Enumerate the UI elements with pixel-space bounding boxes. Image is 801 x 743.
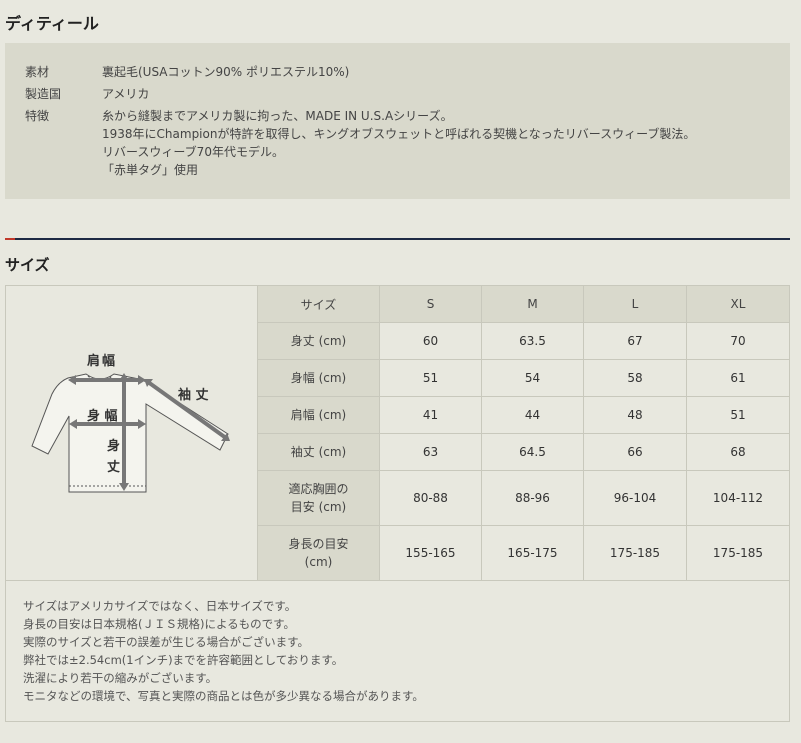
chest-label: 身 幅 — [87, 409, 118, 424]
sweatshirt-diagram — [31, 373, 230, 493]
header-cell-s: S — [379, 285, 482, 323]
row-label-line: 身長の目安 — [288, 537, 349, 551]
table-cell: 44 — [481, 396, 584, 434]
table-cell: 66 — [583, 433, 687, 471]
row-label-line: (cm) — [304, 555, 333, 569]
table-cell: 67 — [583, 322, 687, 360]
table-row: 身丈 (cm) 60 63.5 67 70 — [257, 322, 790, 360]
detail-value: リバースウィーブ70年代モデル。 — [102, 145, 284, 159]
table-row: 肩幅 (cm) 41 44 48 51 — [257, 396, 790, 434]
divider-accent — [5, 238, 15, 240]
note-line: 洗濯により若干の縮みがございます。 — [23, 671, 218, 685]
detail-value: 裏起毛(USAコットン90% ポリエステル10%) — [102, 65, 350, 79]
size-table-header: サイズ S M L XL — [257, 285, 790, 323]
header-cell-xl: XL — [686, 285, 790, 323]
table-cell: 51 — [379, 359, 482, 397]
table-cell: 70 — [686, 322, 790, 360]
table-cell: 165-175 — [481, 525, 584, 581]
detail-label: 製造国 — [25, 87, 62, 101]
size-notes: サイズはアメリカサイズではなく、日本サイズです。 身長の目安は日本規格(ＪＩＳ規… — [5, 580, 790, 722]
row-label: 身幅 (cm) — [257, 359, 380, 397]
table-cell: 88-96 — [481, 470, 584, 526]
note-line: サイズはアメリカサイズではなく、日本サイズです。 — [23, 599, 297, 613]
table-cell: 175-185 — [686, 525, 790, 581]
table-cell: 41 — [379, 396, 482, 434]
size-table: サイズ S M L XL 身丈 (cm) 60 63.5 67 70 身幅 (c… — [257, 285, 790, 581]
table-cell: 175-185 — [583, 525, 687, 581]
header-cell-m: M — [481, 285, 584, 323]
table-cell: 48 — [583, 396, 687, 434]
table-row: 適応胸囲の 目安 (cm) 80-88 88-96 96-104 104-112 — [257, 470, 790, 526]
table-row: 身長の目安 (cm) 155-165 165-175 175-185 175-1… — [257, 525, 790, 581]
detail-panel: 素材 裏起毛(USAコットン90% ポリエステル10%) 製造国 アメリカ 特徴… — [5, 43, 790, 199]
table-cell: 63 — [379, 433, 482, 471]
row-label-line: 目安 (cm) — [290, 500, 347, 514]
table-cell: 96-104 — [583, 470, 687, 526]
length-label-bottom: 丈 — [107, 460, 121, 475]
table-cell: 104-112 — [686, 470, 790, 526]
detail-value: 1938年にChampionが特許を取得し、キングオブスウェットと呼ばれる契機と… — [102, 127, 696, 141]
size-diagram: 肩幅 身 幅 袖 丈 身 丈 — [5, 285, 258, 581]
detail-value: 「赤単タグ」使用 — [102, 163, 199, 177]
row-label: 身長の目安 (cm) — [257, 525, 380, 581]
length-label-top: 身 — [107, 439, 121, 454]
note-line: 身長の目安は日本規格(ＪＩＳ規格)によるものです。 — [23, 617, 295, 631]
shoulder-label: 肩幅 — [87, 354, 118, 369]
table-cell: 155-165 — [379, 525, 482, 581]
table-cell: 80-88 — [379, 470, 482, 526]
note-line: 実際のサイズと若干の誤差が生じる場合がございます。 — [23, 635, 310, 649]
detail-value: アメリカ — [102, 87, 150, 101]
table-cell: 64.5 — [481, 433, 584, 471]
table-cell: 51 — [686, 396, 790, 434]
section-divider — [5, 238, 790, 240]
table-cell: 54 — [481, 359, 584, 397]
sleeve-label: 袖 丈 — [178, 388, 209, 403]
table-row: 袖丈 (cm) 63 64.5 66 68 — [257, 433, 790, 471]
row-label-line: 適応胸囲の — [288, 482, 349, 496]
table-cell: 68 — [686, 433, 790, 471]
table-cell: 58 — [583, 359, 687, 397]
header-cell-size: サイズ — [257, 285, 380, 323]
detail-label: 素材 — [25, 65, 50, 79]
row-label: 適応胸囲の 目安 (cm) — [257, 470, 380, 526]
table-row: 身幅 (cm) 51 54 58 61 — [257, 359, 790, 397]
header-cell-l: L — [583, 285, 687, 323]
row-label: 身丈 (cm) — [257, 322, 380, 360]
detail-label: 特徴 — [25, 109, 50, 123]
detail-heading: ディティール — [5, 14, 99, 33]
row-label: 袖丈 (cm) — [257, 433, 380, 471]
size-heading: サイズ — [5, 256, 50, 274]
table-cell: 63.5 — [481, 322, 584, 360]
note-line: モニタなどの環境で、写真と実際の商品とは色が多少異なる場合があります。 — [23, 689, 424, 703]
note-line: 弊社では±2.54cm(1インチ)までを許容範囲としております。 — [23, 653, 344, 667]
table-cell: 60 — [379, 322, 482, 360]
detail-value: 糸から縫製までアメリカ製に拘った、MADE IN U.S.Aシリーズ。 — [102, 109, 453, 123]
row-label: 肩幅 (cm) — [257, 396, 380, 434]
table-cell: 61 — [686, 359, 790, 397]
